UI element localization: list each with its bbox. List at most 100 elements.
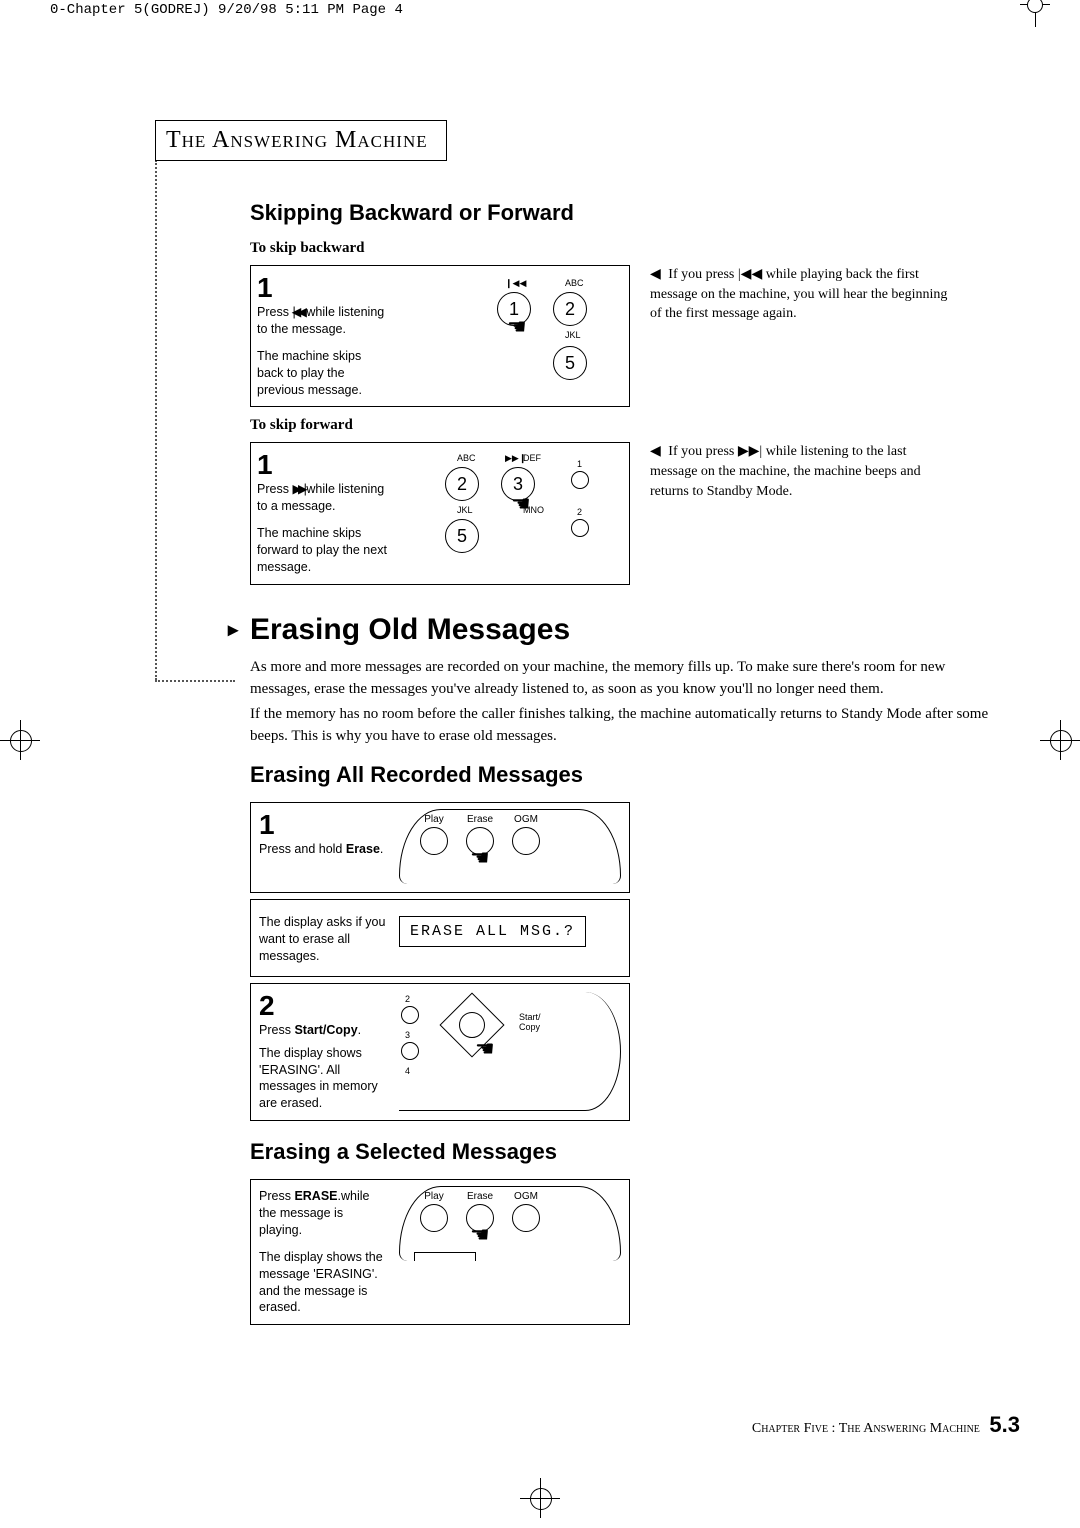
lcd-illustration: ERASE ALL MSG.? [399, 908, 621, 968]
ogm-button-icon [512, 1204, 540, 1232]
registration-mark-left [0, 720, 40, 760]
label-jkl: JKL [565, 330, 581, 340]
label-jkl: JKL [457, 505, 473, 515]
page-footer: Chapter Five : The Answering Machine 5.3 [752, 1412, 1020, 1438]
step-text: 1 Press |◀◀ while listening to the messa… [257, 274, 387, 398]
hand-pointer-icon: ☚ [511, 491, 531, 517]
step-text: The display asks if you want to erase al… [259, 908, 389, 968]
step-line: . [358, 1023, 361, 1037]
hand-pointer-icon: ☚ [475, 1036, 495, 1062]
step-box-erase-selected: Press ERASE.while the message is playing… [250, 1179, 630, 1325]
step-box-erase-2: 2 Press Start/Copy. The display shows 'E… [250, 983, 630, 1121]
keypad-illustration: ABC ▶▶❙ DEF 2 3 1 JKL MNO 5 2 ☚ [395, 451, 621, 575]
step-text: Press ERASE.while the message is playing… [259, 1188, 389, 1316]
label-start-copy: Start/ Copy [519, 1012, 541, 1032]
step-line-bold: Erase [346, 842, 380, 856]
step-line: . [380, 842, 383, 856]
label-def: DEF [523, 453, 541, 463]
key-2: 2 [553, 292, 587, 326]
label-ogm: OGM [512, 1191, 540, 1202]
forward-icon: ▶▶| [292, 482, 302, 496]
start-copy-illustration: 2 3 4 Start/ Copy ☚ [399, 992, 621, 1112]
dotted-rule-vertical [155, 160, 157, 680]
step-line-bold: Start/Copy [294, 1023, 357, 1037]
crop-mark-top [1020, 4, 1050, 17]
step-line: Press [257, 482, 292, 496]
chapter-title-box: The Answering Machine [155, 120, 447, 161]
step-line: Press and hold [259, 842, 346, 856]
subsection-heading-skip: Skipping Backward or Forward [250, 200, 990, 226]
step-line: Press [259, 1189, 294, 1203]
body-paragraph: If the memory has no room before the cal… [250, 704, 990, 748]
label-abc: ABC [457, 453, 476, 463]
step-line-bold: ERASE [294, 1189, 337, 1203]
step-box-backward: 1 Press |◀◀ while listening to the messa… [250, 265, 630, 407]
label-erase: Erase [466, 1191, 494, 1202]
aux-key-1 [571, 471, 589, 489]
step-text: 1 Press ▶▶| while listening to a message… [257, 451, 387, 575]
step-box-erase-ask: The display asks if you want to erase al… [250, 899, 630, 977]
label-abc: ABC [565, 278, 584, 288]
section-heading-erase: Erasing Old Messages [250, 613, 990, 647]
registration-mark-bottom [520, 1478, 560, 1518]
note-text: If you press |◀◀ while playing back the … [650, 267, 947, 321]
step-text: 2 Press Start/Copy. The display shows 'E… [259, 992, 389, 1112]
key-2: 2 [445, 467, 479, 501]
note-text: If you press ▶▶| while listening to the … [650, 444, 921, 498]
label-erase: Erase [466, 814, 494, 825]
start-copy-inner-icon [459, 1012, 485, 1038]
step-line: The machine skips forward to play the ne… [257, 526, 387, 574]
step-number: 1 [257, 451, 387, 479]
key-5: 5 [553, 346, 587, 380]
keypad-illustration: ❙◀◀ ABC 1 2 JKL 5 ☚ [395, 274, 621, 398]
body-paragraph: As more and more messages are recorded o… [250, 657, 990, 701]
step-number: 1 [259, 811, 389, 839]
side-note-forward: ◀ If you press ▶▶| while listening to th… [630, 442, 950, 584]
note-arrow-icon: ◀ [650, 444, 661, 459]
step-line: The display shows the message 'ERASING'.… [259, 1250, 383, 1315]
side-note-backward: ◀ If you press |◀◀ while playing back th… [630, 265, 950, 407]
step-line: Press [259, 1023, 294, 1037]
label-ogm: OGM [512, 814, 540, 825]
dotted-rule-horizontal [155, 680, 235, 682]
rewind-icon: ❙◀◀ [505, 278, 526, 289]
play-button-icon [420, 827, 448, 855]
hand-pointer-icon: ☚ [507, 314, 527, 340]
aux-key [401, 1042, 419, 1060]
hand-pointer-icon: ☚ [470, 1222, 490, 1247]
step-line: The machine skips back to play the previ… [257, 349, 362, 397]
label-1: 1 [577, 459, 582, 469]
page: 0-Chapter 5(GODREJ) 9/20/98 5:11 PM Page… [0, 0, 1080, 1528]
step-line: Press [257, 305, 292, 319]
aux-key-2 [571, 519, 589, 537]
footer-text: Chapter Five : The Answering Machine [752, 1421, 980, 1436]
ogm-button-icon [512, 827, 540, 855]
label-skip-forward: To skip forward [250, 417, 990, 434]
rewind-icon: |◀◀ [292, 305, 302, 319]
label-2: 2 [577, 507, 582, 517]
lcd-display: ERASE ALL MSG.? [399, 916, 586, 947]
aux-key [401, 1006, 419, 1024]
page-number: 5.3 [989, 1412, 1020, 1437]
chapter-title: The Answering Machine [166, 127, 428, 153]
label-2: 2 [405, 994, 410, 1004]
label-4: 4 [405, 1066, 410, 1076]
step-text: 1 Press and hold Erase. [259, 811, 389, 884]
label-3: 3 [405, 1030, 410, 1040]
step-line: The display shows 'ERASING'. All message… [259, 1046, 378, 1111]
label-play: Play [420, 1191, 448, 1202]
play-button-icon [420, 1204, 448, 1232]
registration-mark-right [1040, 720, 1080, 760]
button-panel-illustration: Play Erase OGM ☚ [399, 1188, 621, 1316]
subsection-heading-erase-all: Erasing All Recorded Messages [250, 762, 990, 788]
label-skip-backward: To skip backward [250, 240, 990, 257]
step-number: 2 [259, 992, 389, 1020]
small-lcd-icon [414, 1252, 476, 1261]
print-header: 0-Chapter 5(GODREJ) 9/20/98 5:11 PM Page… [50, 2, 403, 18]
step-box-forward: 1 Press ▶▶| while listening to a message… [250, 442, 630, 584]
hand-pointer-icon: ☚ [470, 845, 490, 870]
key-5: 5 [445, 519, 479, 553]
step-box-erase-1: 1 Press and hold Erase. Play Erase OGM ☚ [250, 802, 630, 893]
subsection-heading-erase-selected: Erasing a Selected Messages [250, 1139, 990, 1165]
button-panel-illustration: Play Erase OGM ☚ [399, 811, 621, 884]
